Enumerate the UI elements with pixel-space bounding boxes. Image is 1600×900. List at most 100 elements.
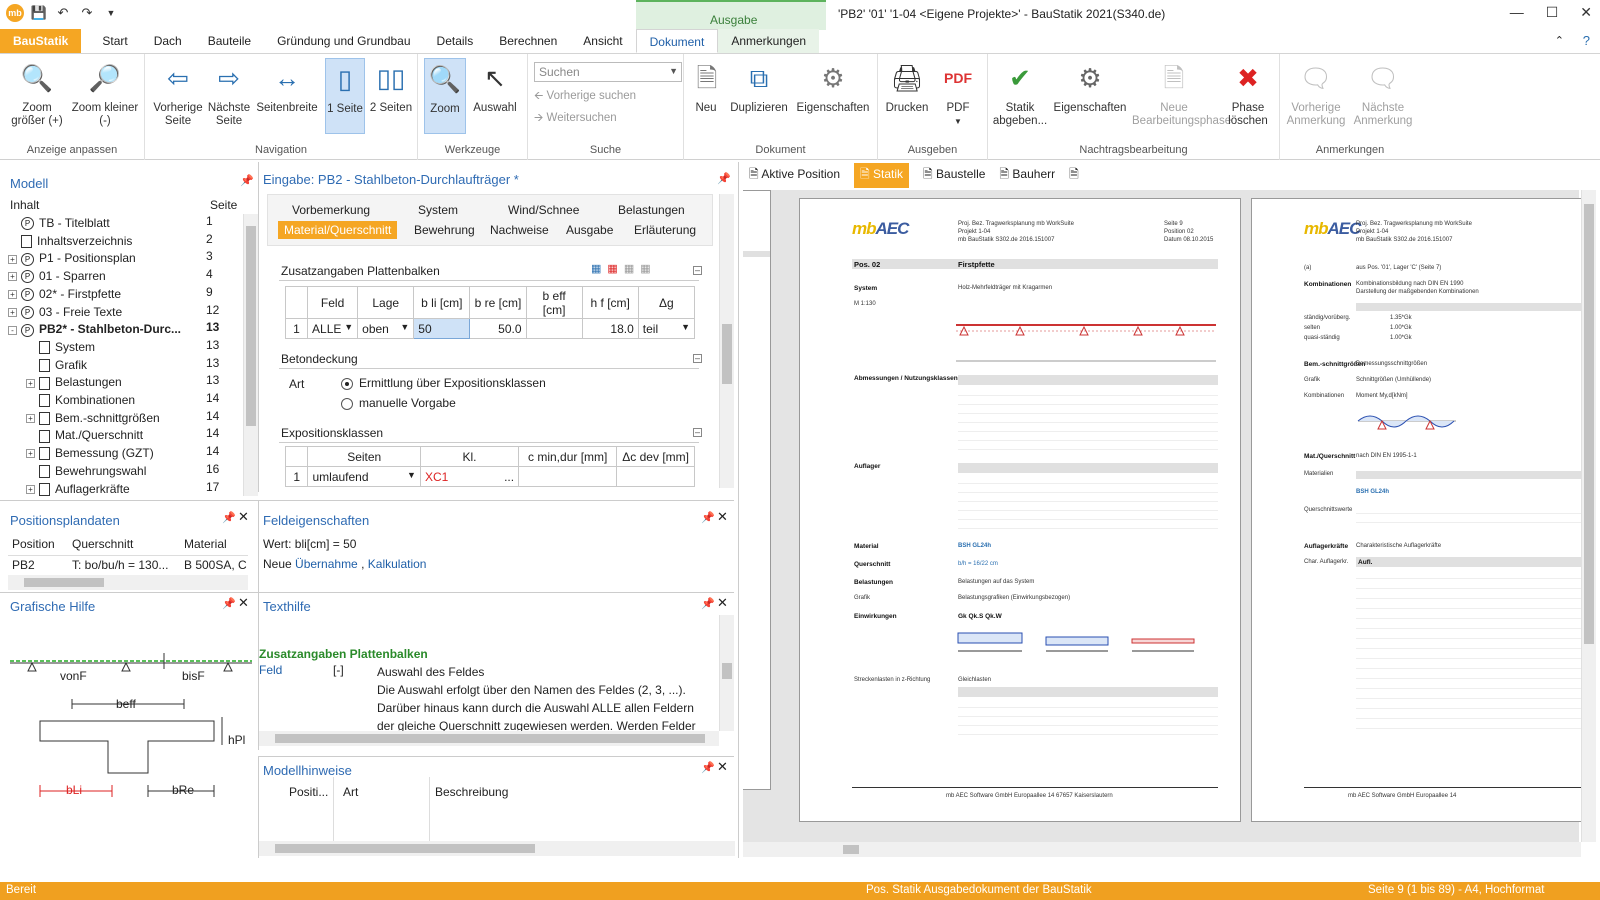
new-phase-button[interactable]: 🗎 Neue Bearbeitungsphase bbox=[1132, 58, 1231, 128]
tree-item[interactable]: P TB - Titelblatt bbox=[8, 214, 110, 232]
uebernahme-link[interactable]: Übernahme bbox=[295, 557, 358, 571]
radio-exposition[interactable]: Ermittlung über Expositionsklassen bbox=[341, 376, 546, 390]
lage-select[interactable]: oben ▼ bbox=[357, 318, 415, 339]
dropdown-icon[interactable]: ▼ bbox=[407, 470, 416, 480]
delete-phase-button[interactable]: ✖ Phase löschen bbox=[1220, 58, 1276, 128]
search-next-button[interactable]: 🡪 Weitersuchen bbox=[534, 110, 617, 129]
zoom-tool-button[interactable]: 🔍 Zoom bbox=[424, 58, 466, 134]
insert-row-icon[interactable]: ▦ bbox=[591, 263, 607, 275]
app-logo-icon[interactable]: mb bbox=[6, 4, 24, 22]
close-icon[interactable]: ✕ bbox=[717, 595, 728, 611]
tree-item[interactable]: System bbox=[8, 338, 95, 356]
expand-icon[interactable]: + bbox=[26, 378, 35, 388]
pdf-button[interactable]: PDF PDF ▼ bbox=[936, 58, 980, 128]
tab-start[interactable]: Start bbox=[89, 29, 140, 53]
tree-item[interactable]: + P P1 - Positionsplan bbox=[8, 249, 136, 267]
input-scrollbar[interactable] bbox=[719, 194, 734, 488]
dg-select[interactable]: teil ▼ bbox=[637, 318, 696, 339]
collapse-icon[interactable]: – bbox=[693, 266, 702, 275]
nav-material-querschnitt[interactable]: Material/Querschnitt bbox=[278, 221, 398, 239]
doc-tab-baustelle[interactable]: 🗎 Baustelle bbox=[923, 165, 985, 186]
doc-properties-button[interactable]: ⚙ Eigenschaften bbox=[794, 58, 872, 115]
nav-belastungen[interactable]: Belastungen bbox=[618, 203, 685, 217]
table-row[interactable]: 1 umlaufend ▼ XC1... bbox=[284, 466, 695, 487]
undo-icon[interactable]: ↶ bbox=[54, 4, 72, 22]
pin-icon[interactable]: 📌 bbox=[701, 597, 715, 610]
nav-nachweise[interactable]: Nachweise bbox=[490, 223, 549, 237]
tree-item[interactable]: + Belastungen bbox=[8, 373, 122, 391]
doc-vscroll[interactable] bbox=[1581, 190, 1596, 842]
close-icon[interactable]: ✕ bbox=[717, 759, 728, 775]
save-icon[interactable]: 💾 bbox=[30, 4, 48, 22]
duplicate-button[interactable]: ⧉ Duplizieren bbox=[728, 58, 790, 115]
next-page-button[interactable]: ⇨ Nächste Seite bbox=[205, 58, 253, 128]
tab-anmerkungen[interactable]: Anmerkungen bbox=[718, 29, 820, 53]
beff-input[interactable] bbox=[525, 318, 583, 339]
close-icon[interactable]: ✕ bbox=[238, 595, 249, 611]
tree-item[interactable]: Mat./Querschnitt bbox=[8, 426, 143, 444]
delete-row-icon[interactable]: ▦ bbox=[607, 263, 623, 275]
new-doc-button[interactable]: 🗎 Neu bbox=[688, 58, 724, 115]
pdf-dropdown-icon[interactable]: ▼ bbox=[936, 115, 980, 128]
new-doc-tab-icon[interactable]: 🗎 bbox=[1069, 165, 1079, 186]
tree-item[interactable]: Grafik bbox=[8, 356, 87, 374]
tab-dach[interactable]: Dach bbox=[141, 29, 195, 53]
zoom-out-button[interactable]: 🔎 Zoom kleiner (-) bbox=[70, 58, 140, 128]
close-icon[interactable]: ✕ bbox=[717, 509, 728, 525]
prev-note-button[interactable]: 🗨 Vorherige Anmerkung bbox=[1284, 58, 1348, 128]
clear-row-icon[interactable]: ▦ bbox=[640, 263, 656, 275]
expand-icon[interactable]: + bbox=[8, 272, 17, 282]
phase-properties-button[interactable]: ⚙ Eigenschaften bbox=[1052, 58, 1128, 115]
doc-tab-statik[interactable]: 🗎 Statik bbox=[854, 162, 910, 188]
dropdown-icon[interactable]: ▼ bbox=[681, 322, 690, 332]
tree-item[interactable]: Bewehrungswahl bbox=[8, 462, 146, 480]
redo-icon[interactable]: ↷ bbox=[78, 4, 96, 22]
table-row[interactable]: 1 ALLE ▼ oben ▼ 50 50.0 18.0 teil ▼ bbox=[284, 318, 696, 339]
customize-dropdown-icon[interactable]: ▼ bbox=[102, 4, 120, 22]
tab-gruendung[interactable]: Gründung und Grundbau bbox=[264, 29, 423, 53]
two-pages-button[interactable]: ▯▯ 2 Seiten bbox=[369, 58, 413, 115]
tab-ansicht[interactable]: Ansicht bbox=[570, 29, 635, 53]
nav-ausgabe[interactable]: Ausgabe bbox=[566, 223, 613, 237]
dropdown-icon[interactable]: ▼ bbox=[344, 322, 353, 332]
search-dropdown-icon[interactable]: ▼ bbox=[669, 66, 678, 76]
prev-page-button[interactable]: ⇦ Vorherige Seite bbox=[153, 58, 203, 128]
nav-bewehrung[interactable]: Bewehrung bbox=[414, 223, 475, 237]
kl-input[interactable]: XC1... bbox=[419, 466, 520, 487]
model-scrollbar[interactable] bbox=[243, 214, 258, 496]
expand-icon[interactable]: + bbox=[26, 484, 35, 494]
pin-icon[interactable]: 📌 bbox=[717, 172, 731, 185]
collapse-icon[interactable]: – bbox=[693, 428, 702, 437]
tab-baustatik[interactable]: BauStatik bbox=[0, 29, 82, 53]
collapse-icon[interactable]: – bbox=[693, 354, 702, 363]
tree-item[interactable]: Kombinationen bbox=[8, 391, 135, 409]
ellipsis-button[interactable]: ... bbox=[504, 470, 514, 484]
doc-tab-bauherr[interactable]: 🗎 Bauherr bbox=[999, 165, 1055, 186]
nav-system[interactable]: System bbox=[418, 203, 458, 217]
copy-row-icon[interactable]: ▦ bbox=[624, 263, 640, 275]
help-scrollbar[interactable] bbox=[719, 615, 734, 731]
table-row[interactable]: PB2 T: bo/bu/h = 130... B 500SA, C bbox=[8, 555, 248, 573]
pin-icon[interactable]: 📌 bbox=[240, 174, 254, 187]
expand-icon[interactable]: + bbox=[8, 254, 17, 264]
close-icon[interactable]: ✕ bbox=[1580, 4, 1592, 21]
page-width-button[interactable]: ↔ Seitenbreite bbox=[255, 58, 319, 115]
tab-details[interactable]: Details bbox=[424, 29, 487, 53]
maximize-icon[interactable]: ☐ bbox=[1546, 4, 1559, 21]
ribbon-collapse-icon[interactable]: ⌃ bbox=[1555, 34, 1564, 47]
expand-icon[interactable]: + bbox=[8, 290, 17, 300]
seiten-select[interactable]: umlaufend ▼ bbox=[307, 466, 421, 487]
tree-item[interactable]: - P PB2* - Stahlbeton-Durc... bbox=[8, 320, 181, 338]
tree-item[interactable]: + Auflagerkräfte bbox=[8, 480, 130, 497]
tree-item[interactable]: Inhaltsverzeichnis bbox=[8, 232, 132, 250]
next-note-button[interactable]: 🗨 Nächste Anmerkung bbox=[1350, 58, 1416, 128]
posplan-hscroll[interactable] bbox=[8, 575, 248, 590]
collapse-icon[interactable]: - bbox=[8, 325, 17, 335]
nav-wind-schnee[interactable]: Wind/Schnee bbox=[508, 203, 579, 217]
doc-hscroll[interactable] bbox=[743, 842, 1581, 857]
zoom-in-button[interactable]: 🔍 Zoom größer (+) bbox=[6, 58, 68, 128]
cmin-input[interactable] bbox=[518, 466, 618, 487]
tab-dokument[interactable]: Dokument bbox=[635, 29, 719, 53]
tab-berechnen[interactable]: Berechnen bbox=[486, 29, 570, 53]
bli-input[interactable]: 50 bbox=[413, 318, 471, 339]
